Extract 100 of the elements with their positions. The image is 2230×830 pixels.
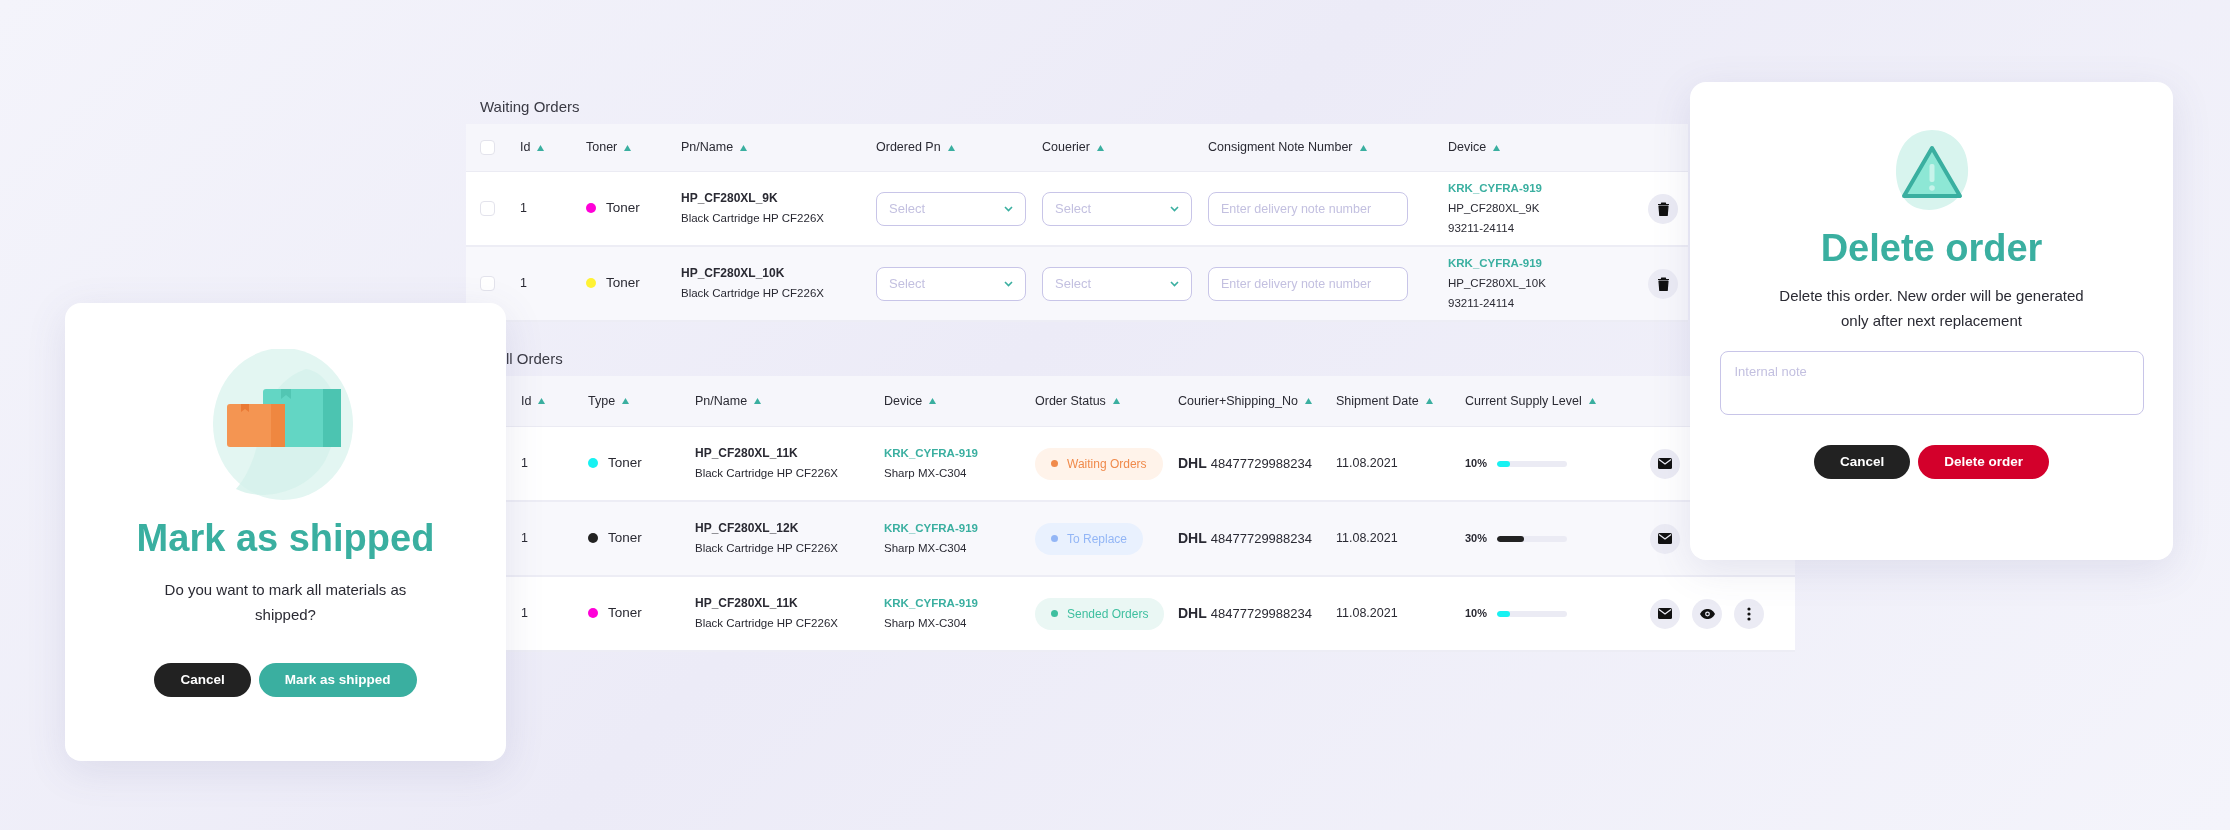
row-checkbox[interactable] bbox=[480, 201, 495, 216]
delete-button[interactable] bbox=[1648, 268, 1678, 299]
column-header: Order Status bbox=[1035, 392, 1106, 410]
internal-note-field[interactable]: Internal note bbox=[1719, 351, 2144, 415]
device-part-number: HP_CF280XL_10K bbox=[1448, 275, 1547, 291]
column-header: Id bbox=[520, 139, 531, 157]
column-header: Device bbox=[1448, 139, 1487, 157]
sort-icon[interactable] bbox=[1425, 398, 1433, 404]
part-name: Black Cartridge HP CF226X bbox=[695, 616, 839, 632]
column-header: Pn/Name bbox=[681, 139, 734, 157]
part-number: HP_CF280XL_10K bbox=[681, 265, 786, 283]
part-name: Black Cartridge HP CF226X bbox=[695, 466, 839, 482]
envelope-icon bbox=[1658, 608, 1672, 619]
delivery-note-field[interactable]: Enter delivery note number bbox=[1208, 191, 1408, 226]
sort-icon[interactable] bbox=[1493, 144, 1501, 151]
column-header: Id bbox=[521, 392, 532, 410]
sort-icon[interactable] bbox=[754, 398, 762, 404]
part-number: HP_CF280XL_11K bbox=[695, 445, 799, 463]
sort-icon[interactable] bbox=[1304, 398, 1312, 404]
shipment-date: 11.08.2021 bbox=[1336, 605, 1399, 623]
part-number: HP_CF280XL_9K bbox=[681, 190, 779, 208]
supply-percent: 30% bbox=[1465, 531, 1488, 547]
sort-icon[interactable] bbox=[538, 398, 546, 404]
view-button[interactable] bbox=[1692, 598, 1722, 629]
column-header: Consigment Note Number bbox=[1208, 139, 1353, 157]
dialog-message: Delete this order. New order will be generated only after next replacement bbox=[1778, 286, 2085, 331]
column-header: Pn/Name bbox=[695, 392, 748, 410]
supply-percent: 10% bbox=[1465, 456, 1488, 472]
sort-icon[interactable] bbox=[1112, 398, 1120, 404]
part-name: Black Cartridge HP CF226X bbox=[681, 286, 825, 302]
device-model: Sharp MX-C304 bbox=[884, 541, 968, 556]
dialog-title: Mark as shipped bbox=[136, 516, 435, 561]
shipment-date: 11.08.2021 bbox=[1336, 455, 1399, 473]
envelope-icon bbox=[1658, 533, 1672, 544]
device-part-number: HP_CF280XL_9K bbox=[1448, 200, 1541, 216]
dialog-title: Delete order bbox=[1820, 226, 2043, 271]
more-icon bbox=[1747, 606, 1751, 621]
more-button[interactable] bbox=[1734, 598, 1764, 629]
select-all-checkbox[interactable] bbox=[480, 140, 495, 155]
dialog-message: Do you want to mark all materials as shipped? bbox=[163, 580, 408, 625]
select-field[interactable]: Select bbox=[1042, 266, 1192, 301]
supply-percent: 10% bbox=[1465, 606, 1488, 622]
type-label: Toner bbox=[608, 604, 642, 623]
part-name: Black Cartridge HP CF226X bbox=[695, 541, 839, 557]
select-field[interactable]: Select bbox=[876, 191, 1026, 226]
sort-icon[interactable] bbox=[929, 398, 937, 404]
courier-shipping-number: DHL 48477729988234 bbox=[1178, 531, 1312, 546]
select-field[interactable]: Select bbox=[1042, 191, 1192, 226]
trash-icon bbox=[1656, 201, 1670, 216]
mail-button[interactable] bbox=[1650, 598, 1680, 629]
part-number: HP_CF280XL_12K bbox=[695, 520, 800, 538]
section-title: Waiting Orders bbox=[480, 96, 580, 117]
device-serial: 93211-24114 bbox=[1448, 296, 1516, 312]
sort-icon[interactable] bbox=[624, 144, 632, 151]
envelope-icon bbox=[1658, 458, 1672, 469]
courier-shipping-number: DHL 48477729988234 bbox=[1178, 456, 1312, 471]
eye-icon bbox=[1699, 608, 1715, 619]
chevron-down-icon bbox=[1170, 205, 1179, 212]
status-badge: Sended Orders bbox=[1035, 597, 1165, 630]
type-label: Toner bbox=[608, 454, 642, 473]
column-header: Couerier bbox=[1042, 139, 1090, 157]
section-title: ll Orders bbox=[506, 348, 563, 369]
column-header: Shipment Date bbox=[1336, 392, 1419, 410]
chevron-down-icon bbox=[1170, 280, 1179, 287]
delete-button[interactable] bbox=[1648, 193, 1678, 224]
chevron-down-icon bbox=[1004, 205, 1013, 212]
sort-icon[interactable] bbox=[1359, 144, 1367, 151]
id-text: 1 bbox=[521, 455, 529, 473]
column-header: Type bbox=[588, 392, 616, 410]
id-text: 1 bbox=[520, 275, 528, 293]
delivery-note-field[interactable]: Enter delivery note number bbox=[1208, 266, 1408, 301]
column-header: Current Supply Level bbox=[1465, 392, 1582, 410]
column-header: Toner bbox=[586, 139, 618, 157]
sort-icon[interactable] bbox=[1096, 144, 1104, 151]
sort-icon[interactable] bbox=[1588, 398, 1596, 404]
type-label: Toner bbox=[608, 529, 642, 548]
shipment-date: 11.08.2021 bbox=[1336, 530, 1399, 548]
mail-button[interactable] bbox=[1650, 523, 1680, 554]
id-text: 1 bbox=[521, 530, 529, 548]
mail-button[interactable] bbox=[1650, 448, 1680, 479]
courier-shipping-number: DHL 48477729988234 bbox=[1178, 606, 1312, 621]
select-field[interactable]: Select bbox=[876, 266, 1026, 301]
trash-icon bbox=[1656, 276, 1670, 291]
sort-icon[interactable] bbox=[622, 398, 630, 404]
sort-icon[interactable] bbox=[740, 144, 748, 151]
id-text: 1 bbox=[520, 200, 528, 218]
sort-icon[interactable] bbox=[537, 144, 545, 151]
cancel-button[interactable]: Cancel bbox=[1813, 445, 1911, 479]
part-name: Black Cartridge HP CF226X bbox=[681, 211, 825, 227]
device-model: Sharp MX-C304 bbox=[884, 466, 968, 481]
type-label: Toner bbox=[606, 274, 640, 293]
device-model: Sharp MX-C304 bbox=[884, 616, 968, 631]
confirm-button[interactable]: Mark as shipped bbox=[258, 663, 417, 697]
cancel-button[interactable]: Cancel bbox=[154, 663, 251, 697]
status-badge: Waiting Orders bbox=[1035, 447, 1163, 480]
sort-icon[interactable] bbox=[947, 144, 955, 151]
device-serial: 93211-24114 bbox=[1448, 221, 1516, 237]
confirm-button[interactable]: Delete order bbox=[1918, 445, 2050, 479]
column-header: Device bbox=[884, 392, 923, 410]
row-checkbox[interactable] bbox=[480, 276, 495, 291]
